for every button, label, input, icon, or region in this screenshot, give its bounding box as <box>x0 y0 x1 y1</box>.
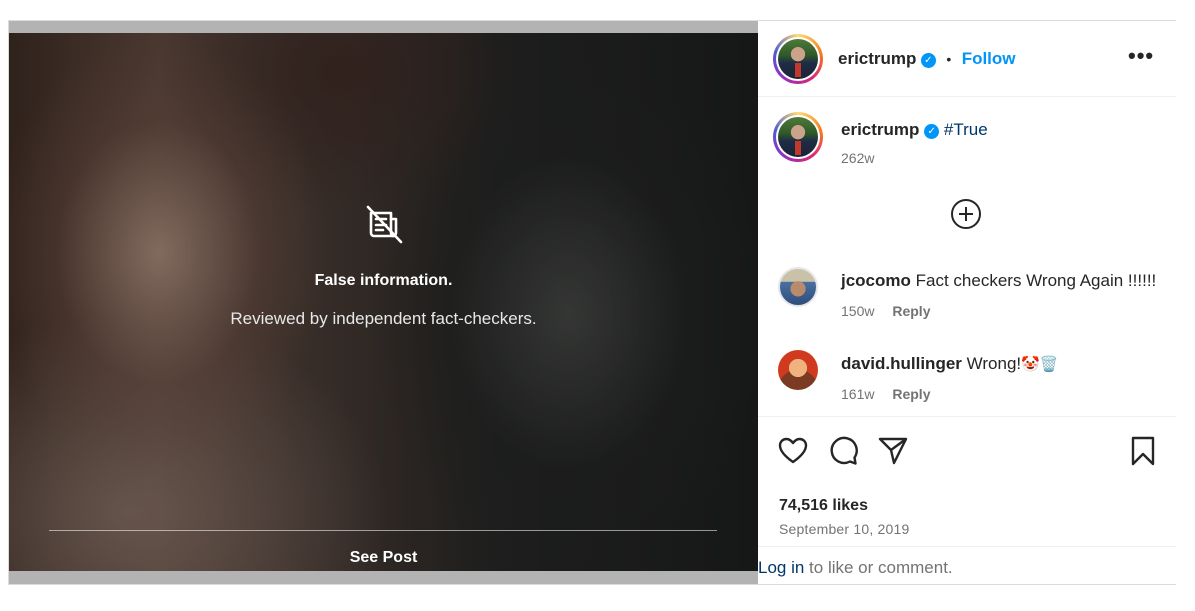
share-icon[interactable] <box>877 435 909 467</box>
avatar[interactable] <box>773 34 823 84</box>
reply-button[interactable]: Reply <box>892 386 930 402</box>
reply-button[interactable]: Reply <box>892 303 930 319</box>
comment-text: Wrong! <box>966 354 1022 373</box>
bookmark-icon[interactable] <box>1127 435 1159 467</box>
header-username[interactable]: erictrump <box>838 49 916 68</box>
see-post-button[interactable]: See Post <box>9 549 758 567</box>
login-bar: Log in to like or comment. <box>758 546 1176 584</box>
warning-title: False information. <box>314 272 453 289</box>
load-more-comments-icon[interactable] <box>951 199 981 229</box>
instagram-post: False information. Reviewed by independe… <box>8 20 1176 585</box>
comment-avatar[interactable] <box>778 350 818 390</box>
no-news-icon <box>366 205 403 244</box>
verified-badge-icon: ✓ <box>924 124 940 139</box>
like-count[interactable]: 74,516 likes <box>779 497 868 515</box>
blurred-image: False information. Reviewed by independe… <box>9 33 758 571</box>
login-prompt: to like or comment. <box>804 558 953 577</box>
comment: david.hullinger Wrong!🤡🗑️ <box>841 354 1059 374</box>
post-date: September 10, 2019 <box>779 521 910 537</box>
caption-username[interactable]: erictrump <box>841 120 919 139</box>
comment-emoji: 🤡🗑️ <box>1021 356 1059 373</box>
warning-subtitle: Reviewed by independent fact-checkers. <box>230 309 537 328</box>
post-sidebar: erictrump ✓ • Follow ••• erictrump ✓ #Tr… <box>758 21 1176 584</box>
heart-icon[interactable] <box>777 435 809 467</box>
comment-icon[interactable] <box>827 435 859 467</box>
login-link[interactable]: Log in <box>758 558 804 577</box>
more-options-icon[interactable]: ••• <box>1128 45 1154 67</box>
action-bar: 74,516 likes September 10, 2019 <box>758 416 1176 546</box>
comment-time: 150w <box>841 303 875 319</box>
verified-badge-icon: ✓ <box>920 53 936 68</box>
comment-username[interactable]: david.hullinger <box>841 354 962 373</box>
comment-time: 161w <box>841 386 875 402</box>
comment: jcocomo Fact checkers Wrong Again !!!!!! <box>841 271 1156 291</box>
comment-username[interactable]: jcocomo <box>841 271 911 290</box>
caption-avatar[interactable] <box>773 112 823 162</box>
post-media: False information. Reviewed by independe… <box>9 21 758 584</box>
separator-dot: • <box>946 51 952 67</box>
comment-avatar[interactable] <box>778 267 818 307</box>
divider <box>49 530 717 531</box>
post-header: erictrump ✓ • Follow ••• <box>758 21 1176 97</box>
comment-text: Fact checkers Wrong Again !!!!!! <box>915 271 1157 290</box>
hashtag-link[interactable]: #True <box>944 120 988 139</box>
caption-timestamp: 262w <box>841 150 875 166</box>
follow-button[interactable]: Follow <box>962 49 1016 68</box>
